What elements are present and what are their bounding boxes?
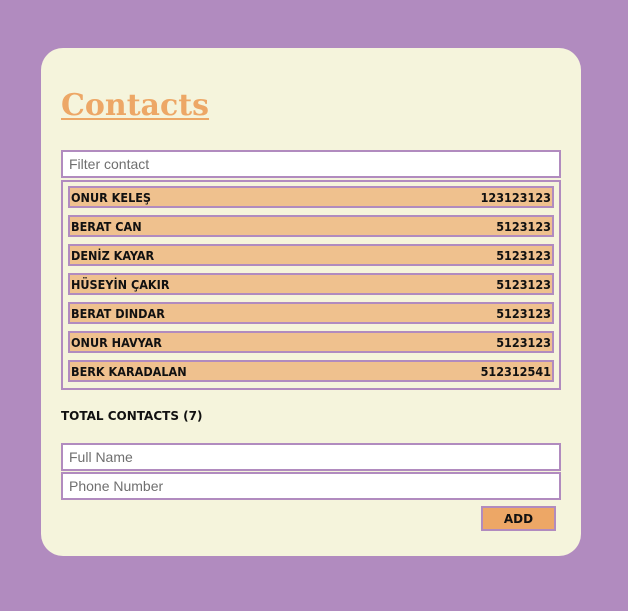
contact-name: ONUR HAVYAR [71, 334, 162, 350]
contact-name: DENİZ KAYAR [71, 247, 155, 263]
contact-phone: 512312541 [480, 363, 551, 379]
contact-row[interactable]: ONUR KELEŞ 123123123 [68, 186, 554, 208]
contact-name: BERAT CAN [71, 218, 142, 234]
contact-name: BERK KARADALAN [71, 363, 187, 379]
contacts-card: Contacts ONUR KELEŞ 123123123 BERAT CAN … [41, 48, 581, 556]
phone-number-input[interactable] [61, 472, 561, 500]
contact-phone: 5123123 [496, 334, 551, 350]
contact-phone: 5123123 [496, 218, 551, 234]
filter-input[interactable] [61, 150, 561, 178]
contact-row[interactable]: BERAT DINDAR 5123123 [68, 302, 554, 324]
contact-list: ONUR KELEŞ 123123123 BERAT CAN 5123123 D… [61, 180, 561, 390]
contact-phone: 5123123 [496, 276, 551, 292]
contact-name: HÜSEYİN ÇAKIR [71, 276, 170, 292]
contact-phone: 5123123 [496, 247, 551, 263]
add-contact-button[interactable]: ADD [481, 506, 556, 531]
page-title: Contacts [61, 88, 210, 123]
contact-phone: 5123123 [496, 305, 551, 321]
contact-row[interactable]: BERAT CAN 5123123 [68, 215, 554, 237]
contact-name: BERAT DINDAR [71, 305, 165, 321]
full-name-input[interactable] [61, 443, 561, 471]
contact-row[interactable]: DENİZ KAYAR 5123123 [68, 244, 554, 266]
total-contacts-label: TOTAL CONTACTS (7) [61, 409, 203, 423]
contact-row[interactable]: ONUR HAVYAR 5123123 [68, 331, 554, 353]
contact-row[interactable]: HÜSEYİN ÇAKIR 5123123 [68, 273, 554, 295]
contact-phone: 123123123 [480, 189, 551, 205]
contact-row[interactable]: BERK KARADALAN 512312541 [68, 360, 554, 382]
contact-name: ONUR KELEŞ [71, 189, 152, 205]
